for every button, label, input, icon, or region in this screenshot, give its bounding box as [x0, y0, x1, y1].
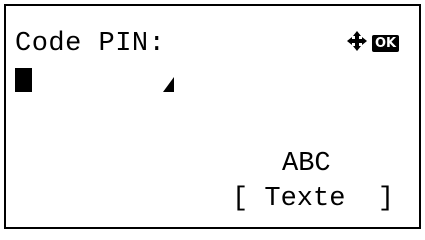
input-end-triangle-icon	[163, 77, 175, 98]
text-softkey-button[interactable]: [ Texte ]	[232, 183, 394, 215]
text-cursor-block-icon	[15, 68, 32, 92]
pin-code-label: Code PIN:	[15, 29, 166, 59]
four-way-arrow-icon	[345, 29, 369, 58]
lcd-panel: Code PIN: OK ABC [ Texte ]	[4, 4, 421, 229]
navigation-hint: OK	[345, 29, 400, 58]
ok-key-badge: OK	[372, 34, 400, 52]
input-mode-indicator: ABC	[282, 149, 331, 179]
